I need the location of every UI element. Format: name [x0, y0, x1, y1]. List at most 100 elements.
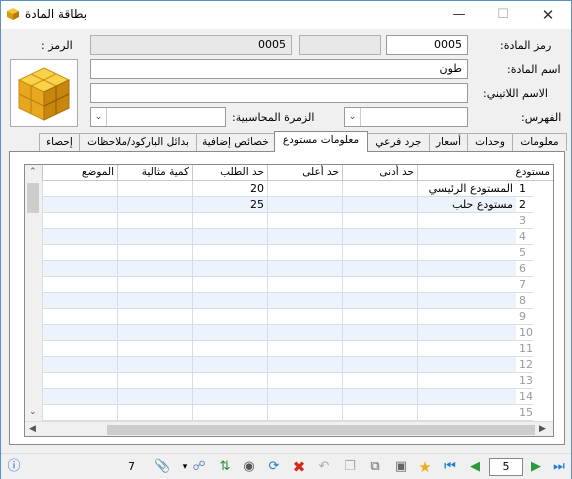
cell-max[interactable] — [267, 325, 342, 341]
tab-prices[interactable]: أسعار — [429, 133, 468, 151]
cell-reorder[interactable] — [192, 405, 267, 421]
cell-location[interactable] — [42, 341, 117, 357]
paste-icon[interactable]: ⧉ — [367, 459, 383, 475]
cell-ideal[interactable] — [117, 245, 192, 261]
cell-ideal[interactable] — [117, 373, 192, 389]
page-number-input[interactable]: 5 — [489, 458, 523, 476]
item-name-input[interactable]: طون — [90, 59, 468, 79]
cell-reorder[interactable] — [192, 309, 267, 325]
cell-min[interactable] — [342, 357, 417, 373]
cell-reorder[interactable] — [192, 325, 267, 341]
info-icon[interactable]: ⓘ — [6, 459, 22, 475]
cell-reorder[interactable] — [192, 277, 267, 293]
cell-location[interactable] — [42, 229, 117, 245]
cell-location[interactable] — [42, 261, 117, 277]
table-row[interactable]: 12 — [25, 357, 553, 373]
scroll-right-icon[interactable]: ▶ — [539, 424, 546, 434]
cell-warehouse[interactable] — [417, 309, 516, 325]
cell-reorder[interactable] — [192, 357, 267, 373]
cell-max[interactable] — [267, 309, 342, 325]
cell-min[interactable] — [342, 245, 417, 261]
cell-warehouse[interactable] — [417, 293, 516, 309]
cell-ideal[interactable] — [117, 325, 192, 341]
cell-max[interactable] — [267, 373, 342, 389]
cell-location[interactable] — [42, 293, 117, 309]
cell-location[interactable] — [42, 309, 117, 325]
maximize-button[interactable]: ☐ — [481, 1, 525, 29]
scroll-down-icon[interactable]: ⌄ — [29, 407, 37, 417]
prev-icon[interactable]: ◀ — [467, 459, 483, 475]
cell-reorder[interactable]: 25 — [192, 197, 267, 213]
cell-max[interactable] — [267, 357, 342, 373]
cell-reorder[interactable] — [192, 389, 267, 405]
cell-warehouse[interactable] — [417, 277, 516, 293]
cell-location[interactable] — [42, 277, 117, 293]
next-icon[interactable]: ▶ — [528, 459, 544, 475]
horizontal-scroll-thumb[interactable] — [107, 425, 535, 435]
cell-ideal[interactable] — [117, 357, 192, 373]
cell-ideal[interactable] — [117, 213, 192, 229]
save-icon[interactable]: ▣ — [393, 459, 409, 475]
tab-barcode-notes[interactable]: بدائل الباركود/ملاحظات — [79, 133, 197, 151]
cell-ideal[interactable] — [117, 309, 192, 325]
table-row[interactable]: 5 — [25, 245, 553, 261]
cell-max[interactable] — [267, 213, 342, 229]
cell-reorder[interactable] — [192, 229, 267, 245]
horizontal-scrollbar[interactable]: ◀ ▶ — [25, 421, 553, 436]
table-row[interactable]: 4 — [25, 229, 553, 245]
table-row[interactable]: 11 — [25, 341, 553, 357]
column-header-max-limit[interactable]: حد أعلى — [267, 165, 342, 181]
cell-ideal[interactable] — [117, 229, 192, 245]
delete-icon[interactable]: ✖ — [291, 459, 307, 475]
cell-warehouse[interactable] — [417, 389, 516, 405]
item-image[interactable] — [10, 59, 78, 127]
table-row[interactable]: 13 — [25, 373, 553, 389]
cell-warehouse[interactable] — [417, 405, 516, 421]
column-header-location[interactable]: الموضع — [42, 165, 117, 181]
cell-min[interactable] — [342, 277, 417, 293]
cell-location[interactable] — [42, 405, 117, 421]
cell-reorder[interactable] — [192, 245, 267, 261]
cell-min[interactable] — [342, 325, 417, 341]
cell-ideal[interactable] — [117, 277, 192, 293]
cell-min[interactable] — [342, 293, 417, 309]
tab-sub-inventory[interactable]: جرد فرعي — [367, 133, 430, 151]
table-row[interactable]: 9 — [25, 309, 553, 325]
table-row[interactable]: 15 — [25, 405, 553, 421]
cell-location[interactable] — [42, 197, 117, 213]
index-combo[interactable]: ⌄ — [344, 107, 468, 127]
cell-min[interactable] — [342, 229, 417, 245]
minimize-button[interactable]: — — [437, 1, 481, 29]
cell-ideal[interactable] — [117, 405, 192, 421]
cell-location[interactable] — [42, 213, 117, 229]
table-row[interactable]: 10 — [25, 325, 553, 341]
cell-location[interactable] — [42, 389, 117, 405]
first-icon[interactable]: ⏮ — [442, 459, 458, 475]
cell-max[interactable] — [267, 277, 342, 293]
cell-ideal[interactable] — [117, 181, 192, 197]
cell-max[interactable] — [267, 341, 342, 357]
column-header-warehouse[interactable]: مستودع — [417, 165, 553, 181]
cell-min[interactable] — [342, 261, 417, 277]
refresh-icon[interactable]: ⟳ — [266, 459, 282, 475]
cell-reorder[interactable] — [192, 261, 267, 277]
cell-min[interactable] — [342, 309, 417, 325]
table-row[interactable]: 3 — [25, 213, 553, 229]
cell-warehouse[interactable] — [417, 229, 516, 245]
cell-max[interactable] — [267, 405, 342, 421]
link-icon[interactable]: ☍ — [191, 459, 207, 475]
cell-location[interactable] — [42, 245, 117, 261]
cell-warehouse[interactable] — [417, 213, 516, 229]
cell-warehouse[interactable] — [417, 261, 516, 277]
cell-location[interactable] — [42, 357, 117, 373]
cell-min[interactable] — [342, 341, 417, 357]
column-header-ideal-qty[interactable]: كمية مثالية — [117, 165, 192, 181]
chevron-down-icon[interactable]: ⌄ — [91, 108, 107, 126]
cell-min[interactable] — [342, 405, 417, 421]
latin-name-input[interactable] — [90, 83, 468, 103]
tab-warehouse-info[interactable]: معلومات مستودع — [274, 131, 368, 152]
cell-reorder[interactable] — [192, 341, 267, 357]
warehouse-grid[interactable]: الموضع كمية مثالية حد الطلب حد أعلى حد أ… — [24, 164, 554, 437]
cell-ideal[interactable] — [117, 341, 192, 357]
scroll-up-icon[interactable]: ⌃ — [29, 167, 37, 177]
